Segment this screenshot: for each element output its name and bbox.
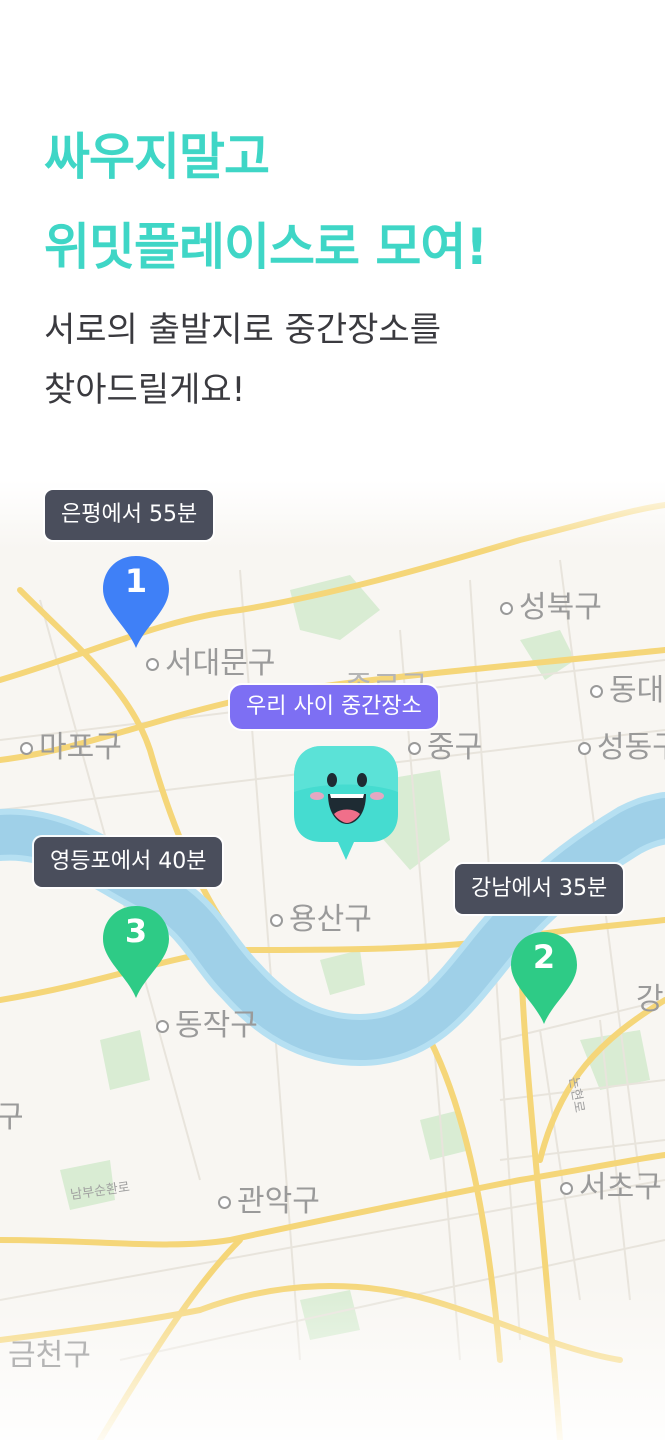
district-marker-icon: [408, 742, 421, 755]
middle-place-bubble: 우리 사이 중간장소: [230, 685, 438, 729]
origin-pin-1[interactable]: 1: [101, 554, 171, 650]
subtitle-line-2: 찾아드릴게요!: [44, 370, 246, 410]
district-label: 서초구: [560, 1162, 662, 1206]
district-label: 동대: [590, 665, 664, 709]
district-label: 용산구: [270, 894, 372, 938]
subtitle: 서로의 출발지로 중간장소를 찾아드릴게요!: [44, 300, 441, 420]
district-label: 성동구: [578, 722, 665, 766]
district-label: 구: [0, 1100, 24, 1135]
district-marker-icon: [560, 1182, 573, 1195]
district-label: 금천구: [8, 1338, 91, 1373]
origin-pin-number: 3: [124, 912, 148, 950]
district-marker-icon: [500, 602, 513, 615]
district-marker-icon: [270, 914, 283, 927]
district-marker-icon: [20, 742, 33, 755]
origin-time-bubble-3: 영등포에서 40분: [34, 837, 223, 887]
district-marker-icon: [590, 685, 603, 698]
origin-pin-3[interactable]: 3: [101, 904, 171, 1000]
origin-pin-2[interactable]: 2: [509, 930, 579, 1026]
district-label: 관악구: [218, 1176, 320, 1220]
district-label: 동작구: [156, 1000, 258, 1044]
district-marker-icon: [218, 1196, 231, 1209]
headline: 싸우지말고 위밋플레이스로 모여!: [44, 112, 488, 292]
map: 성북구 서대문구 종로구 동대 마포구 중구 성동구 용산구 강 동작구 구 서…: [0, 480, 665, 1440]
district-marker-icon: [146, 658, 159, 671]
smiling-mascot-icon: [294, 746, 398, 860]
origin-time-bubble-2: 강남에서 35분: [455, 864, 624, 914]
district-label: 마포구: [20, 722, 122, 766]
headline-line-1: 싸우지말고: [44, 128, 270, 186]
origin-pin-number: 1: [124, 562, 148, 600]
origin-time-bubble-1: 은평에서 55분: [45, 490, 214, 540]
district-marker-icon: [578, 742, 591, 755]
subtitle-line-1: 서로의 출발지로 중간장소를: [44, 310, 441, 350]
origin-pin-number: 2: [532, 938, 556, 976]
district-marker-icon: [156, 1020, 169, 1033]
district-label: 강: [636, 982, 664, 1017]
district-label: 성북구: [500, 582, 602, 626]
headline-line-2: 위밋플레이스로 모여!: [44, 218, 488, 276]
